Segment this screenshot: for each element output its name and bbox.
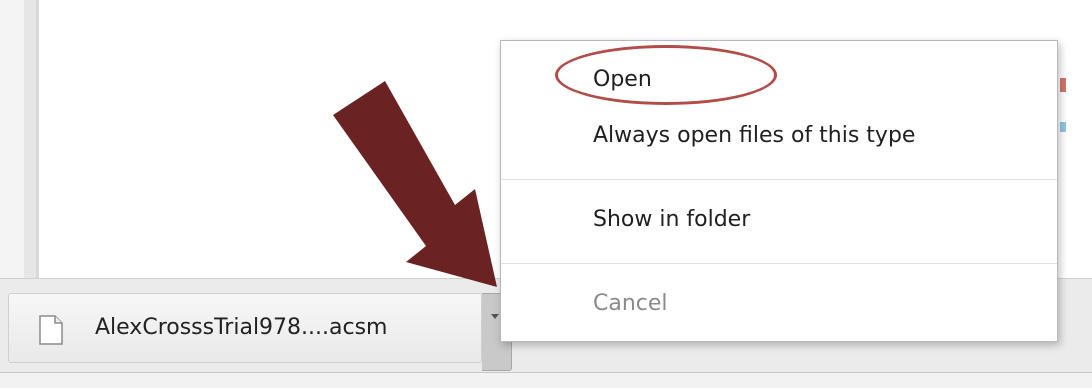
page-left-border bbox=[24, 0, 36, 280]
page-content-fragment bbox=[1060, 78, 1070, 138]
menu-separator bbox=[501, 263, 1057, 264]
page-fragment-red bbox=[1060, 78, 1066, 92]
menu-item-label: Cancel bbox=[593, 291, 668, 316]
document-icon bbox=[39, 315, 63, 345]
menu-item-show-in-folder[interactable]: Show in folder bbox=[501, 197, 1057, 243]
highlight-ellipse bbox=[555, 45, 777, 105]
page-fragment-blue bbox=[1060, 122, 1066, 132]
shelf-bottom-border bbox=[0, 372, 1092, 388]
page-left-margin bbox=[0, 0, 24, 280]
menu-item-cancel: Cancel bbox=[501, 281, 1057, 327]
menu-item-always-open[interactable]: Always open files of this type bbox=[501, 113, 1057, 159]
menu-item-label: Always open files of this type bbox=[593, 123, 916, 148]
page-divider bbox=[36, 0, 39, 280]
chevron-down-icon bbox=[491, 314, 499, 319]
menu-item-label: Show in folder bbox=[593, 207, 751, 232]
download-file-name[interactable]: AlexCrosssTrial978....acsm bbox=[95, 310, 388, 346]
menu-separator bbox=[501, 179, 1057, 180]
